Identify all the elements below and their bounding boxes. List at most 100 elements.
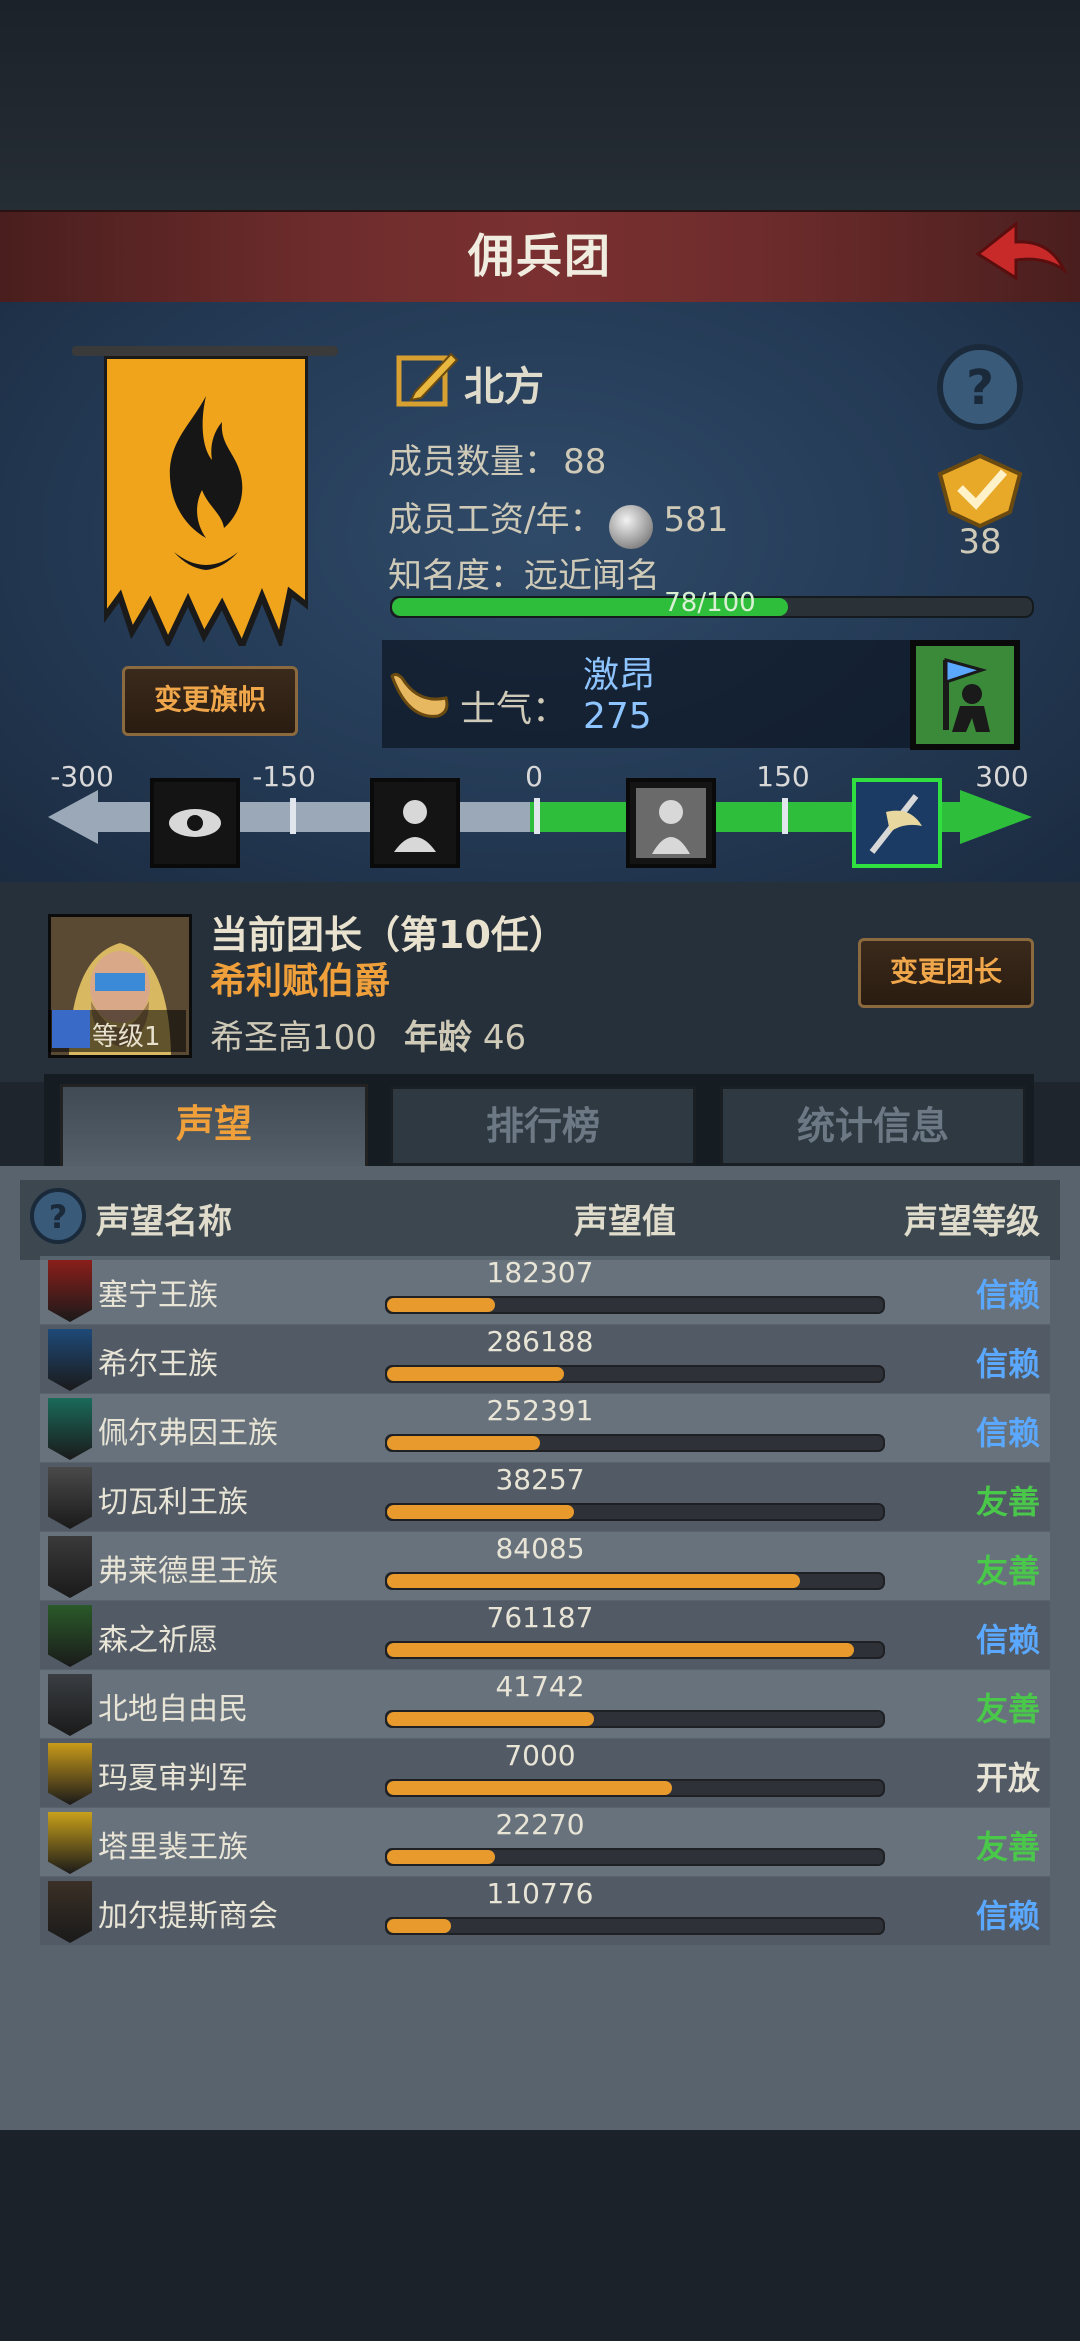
reputation-value: 41742 (495, 1670, 585, 1703)
reputation-row[interactable]: 北地自由民 41742 友善 (40, 1670, 1050, 1738)
reputation-bar-fill (387, 1367, 564, 1381)
reputation-level: 信赖 (975, 1897, 1040, 1935)
faction-crest-icon (48, 1812, 92, 1874)
horn-icon (390, 672, 449, 718)
reputation-value: 252391 (486, 1394, 594, 1427)
bottom-background (0, 2130, 1080, 2341)
members-label: 成员数量： (388, 442, 558, 482)
quest-count: 38 (958, 522, 1002, 562)
leader-age: 年龄 46 (404, 1010, 526, 1059)
age-value: 46 (482, 1018, 527, 1058)
change-banner-button[interactable]: 变更旗帜 (122, 666, 298, 736)
reputation-value: 38257 (495, 1463, 585, 1496)
reputation-row[interactable]: 佩尔弗因王族 252391 信赖 (40, 1394, 1050, 1462)
reputation-bar-fill (387, 1574, 800, 1588)
faction-crest-icon (48, 1674, 92, 1736)
reputation-row[interactable]: 希尔王族 286188 信赖 (40, 1325, 1050, 1393)
svg-text:?: ? (49, 1198, 68, 1236)
reputation-level: 友善 (975, 1828, 1040, 1866)
reputation-bar-fill (387, 1643, 854, 1657)
salary-stat: 成员工资/年： 581 (388, 492, 728, 549)
faction-name: 塔里裴王族 (98, 1830, 248, 1865)
svg-text:?: ? (966, 360, 994, 416)
reputation-bar-track (385, 1917, 885, 1935)
banner-pole (72, 346, 338, 356)
scale-tick (534, 798, 540, 834)
morale-value: 275 (583, 696, 652, 737)
faction-crest-icon (48, 1605, 92, 1667)
scale-left-arrow (48, 790, 98, 844)
faction-name: 玛夏审判军 (98, 1761, 248, 1796)
rally-flag-icon[interactable] (910, 640, 1020, 750)
scale-tick (290, 798, 296, 834)
help-icon[interactable]: ? (935, 342, 1025, 432)
tab-statistics[interactable]: 统计信息 (720, 1086, 1026, 1166)
faction-name: 加尔提斯商会 (98, 1899, 278, 1934)
scale-tick-label: 150 (756, 760, 810, 793)
members-value: 88 (563, 442, 607, 482)
salary-value: 581 (663, 500, 729, 540)
faction-name: 北地自由民 (98, 1692, 248, 1727)
morale-step-despair-icon[interactable] (370, 778, 460, 868)
reputation-value: 182307 (486, 1256, 594, 1289)
morale-step-inspired-icon[interactable] (852, 778, 942, 868)
reputation-row[interactable]: 塞宁王族 182307 信赖 (40, 1256, 1050, 1324)
column-header-value: 声望值 (574, 1202, 676, 1242)
morale-step-calm-icon[interactable] (626, 778, 716, 868)
reputation-row[interactable]: 森之祈愿 761187 信赖 (40, 1601, 1050, 1669)
back-arrow-icon[interactable] (970, 216, 1070, 286)
faction-crest-icon (48, 1260, 92, 1322)
leader-level: 等级1 (92, 1022, 161, 1052)
morale-state: 激昂 (583, 655, 656, 696)
reputation-bar-fill (387, 1505, 574, 1519)
reputation-row[interactable]: 切瓦利王族 38257 友善 (40, 1463, 1050, 1531)
silver-coin-icon (609, 504, 654, 549)
company-banner[interactable] (104, 356, 308, 646)
scale-tick-label: 300 (975, 760, 1029, 793)
reputation-level: 友善 (975, 1690, 1040, 1728)
reputation-bar-fill (387, 1850, 495, 1864)
reputation-value: 110776 (486, 1877, 594, 1910)
faction-name: 森之祈愿 (98, 1623, 218, 1658)
reputation-bar-fill (387, 1298, 495, 1312)
page-title: 佣兵团 (468, 229, 612, 283)
help-icon[interactable]: ? (28, 1186, 88, 1246)
quest-icon[interactable] (930, 452, 1030, 530)
reputation-value: 7000 (504, 1739, 576, 1772)
age-label: 年龄 (404, 1018, 472, 1058)
faction-crest-icon (48, 1398, 92, 1460)
reputation-row[interactable]: 塔里裴王族 22270 友善 (40, 1808, 1050, 1876)
faction-name: 弗莱德里王族 (98, 1554, 278, 1589)
reputation-level: 信赖 (975, 1345, 1040, 1383)
leader-title: 当前团长（第10任） (210, 913, 567, 957)
faction-crest-icon (48, 1467, 92, 1529)
reputation-row[interactable]: 加尔提斯商会 110776 信赖 (40, 1877, 1050, 1945)
change-leader-button[interactable]: 变更团长 (858, 938, 1034, 1008)
reputation-level: 开放 (975, 1759, 1040, 1797)
reputation-bar-fill (387, 1919, 451, 1933)
reputation-row[interactable]: 玛夏审判军 7000 开放 (40, 1739, 1050, 1807)
faction-crest-icon (48, 1329, 92, 1391)
reputation-level: 信赖 (975, 1414, 1040, 1452)
reputation-level: 信赖 (975, 1276, 1040, 1314)
tab-ranking[interactable]: 排行榜 (390, 1086, 696, 1166)
morale-step-eye-icon[interactable] (150, 778, 240, 868)
top-background (0, 0, 1080, 210)
reputation-row[interactable]: 弗莱德里王族 84085 友善 (40, 1532, 1050, 1600)
reputation-bar-fill (387, 1781, 672, 1795)
reputation-value: 22270 (495, 1808, 585, 1841)
salary-label: 成员工资/年： (388, 500, 604, 540)
reputation-level: 信赖 (975, 1621, 1040, 1659)
scale-tick (782, 798, 788, 834)
reputation-value: 761187 (486, 1601, 594, 1634)
faction-crest-icon (48, 1881, 92, 1943)
faction-name: 塞宁王族 (98, 1278, 218, 1313)
column-header-level: 声望等级 (904, 1202, 1040, 1242)
faction-name: 切瓦利王族 (98, 1485, 248, 1520)
reputation-value: 286188 (486, 1325, 594, 1358)
faction-crest-icon (48, 1743, 92, 1805)
reputation-bar-fill (387, 1436, 540, 1450)
edit-name-icon[interactable] (395, 348, 461, 410)
faction-name: 佩尔弗因王族 (98, 1416, 278, 1451)
reputation-value: 84085 (495, 1532, 585, 1565)
